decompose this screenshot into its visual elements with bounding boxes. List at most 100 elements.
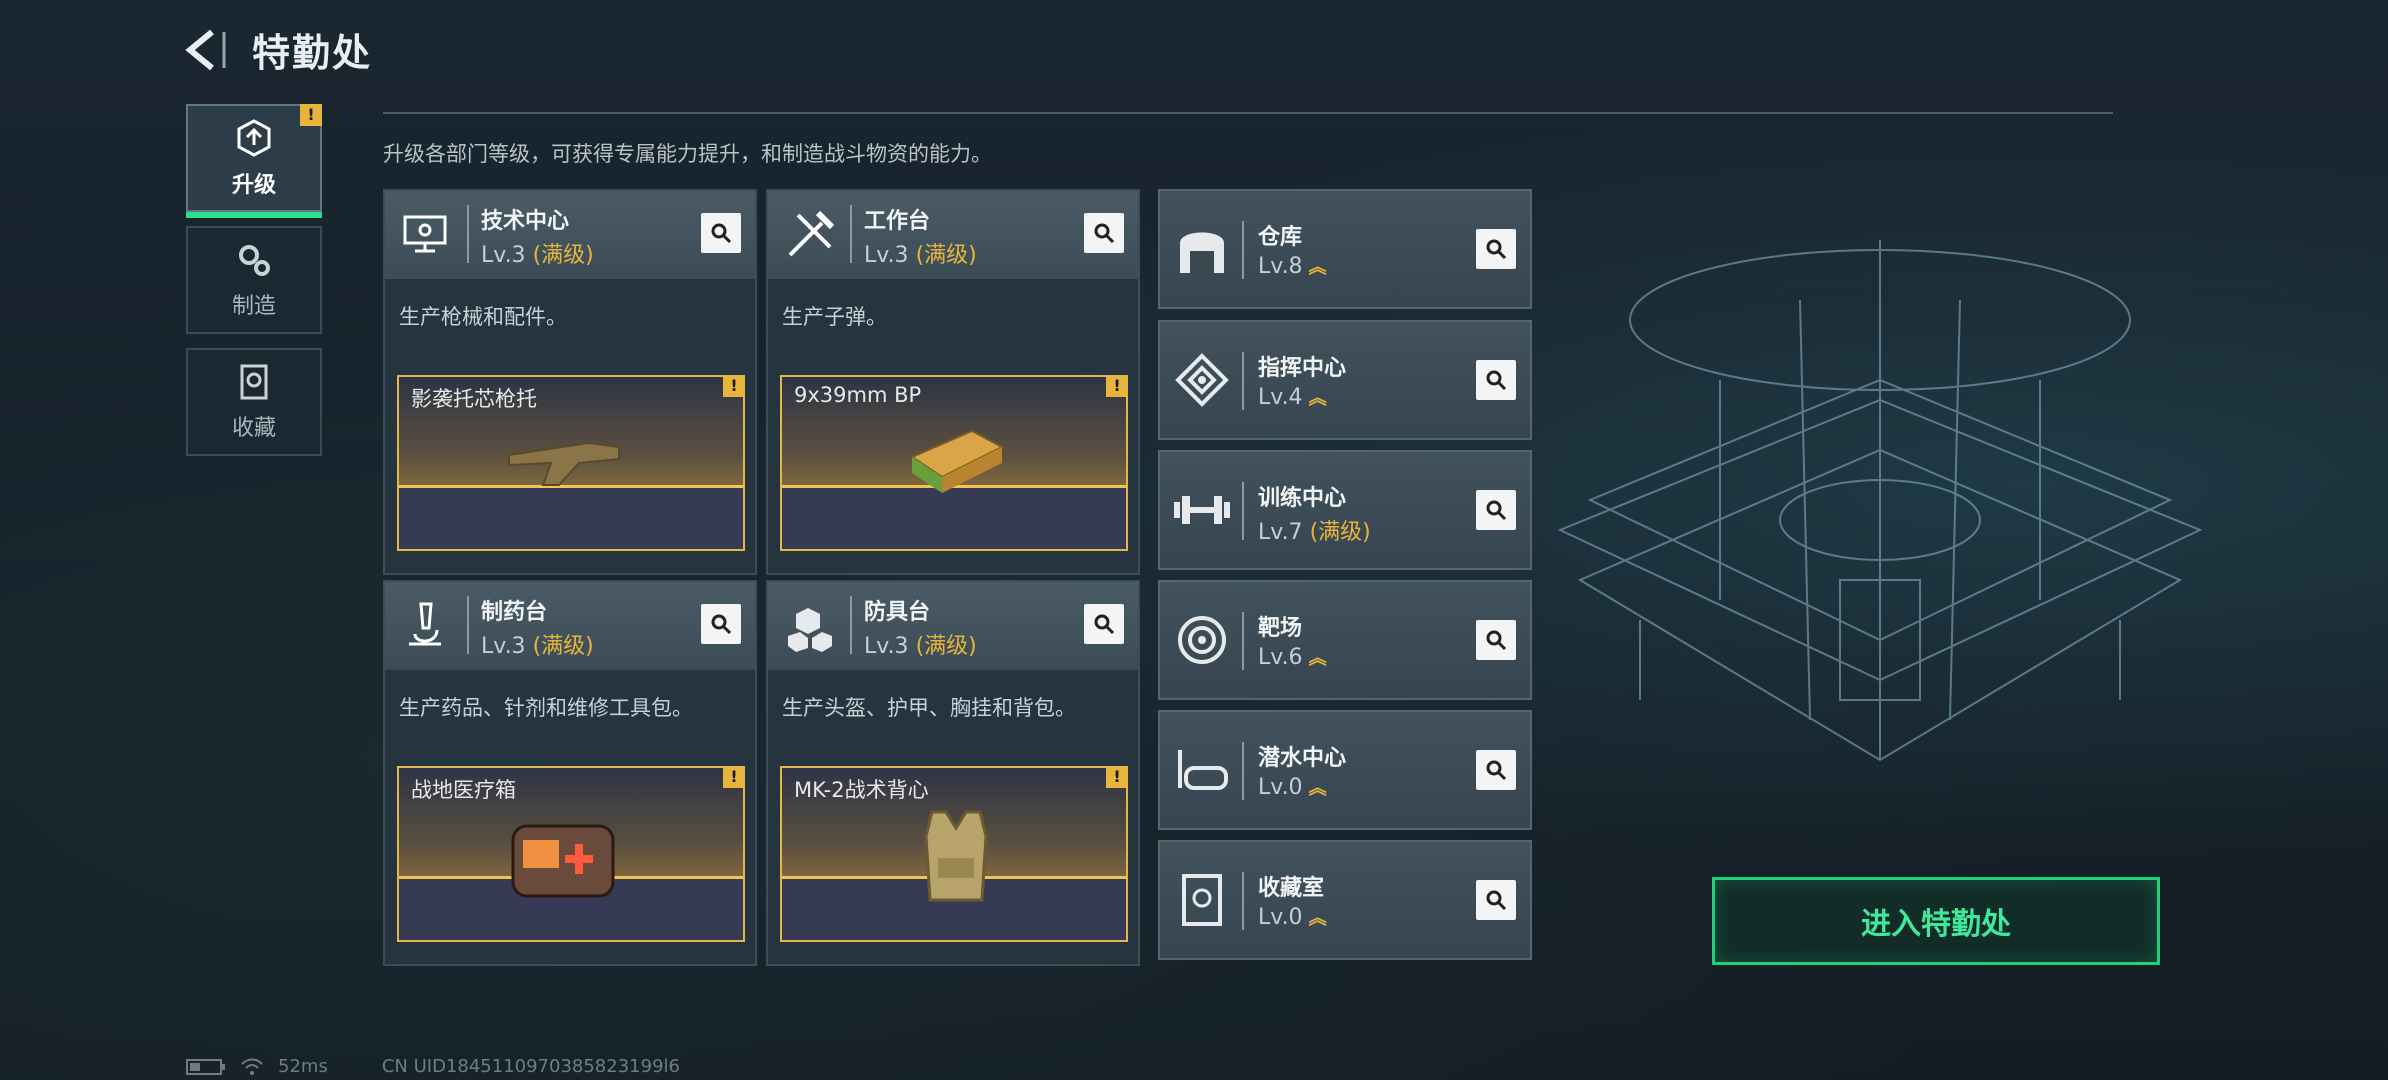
product-name: 9x39mm BP — [794, 383, 922, 407]
facility-name: 防具台 — [864, 600, 931, 625]
search-icon — [1094, 223, 1115, 244]
vault-icon — [1182, 874, 1222, 926]
ammo-box-icon — [909, 429, 1005, 493]
command-icon — [1175, 353, 1229, 407]
facility-name: 技术中心 — [481, 209, 570, 234]
warning-badge: ! — [300, 104, 322, 126]
warehouse-icon — [1180, 232, 1224, 273]
facility-level: Lv.6 ︽ — [1258, 645, 1327, 670]
header-divider — [383, 112, 2113, 114]
facility-name: 指挥中心 — [1258, 356, 1347, 381]
facility-level: Lv.0 ︽ — [1258, 905, 1327, 930]
medical-kit-icon — [511, 824, 615, 898]
wifi-icon — [241, 1058, 263, 1075]
facility-card-diving-center[interactable]: 潜水中心 Lv.0 ︽ — [1158, 710, 1532, 830]
ping-value: 52ms — [278, 1056, 328, 1077]
diving-mask-icon — [1178, 750, 1228, 790]
facility-card-pharmacy[interactable]: 制药台 Lv.3 (满级) 生产药品、针剂和维修工具包。 战地医疗箱 ! — [383, 580, 757, 966]
facility-card-workbench[interactable]: 工作台 Lv.3 (满级) 生产子弹。 9x39mm BP ! — [766, 189, 1140, 575]
upgrade-available-icon: ︽ — [1308, 648, 1327, 669]
product-slot[interactable]: MK-2战术背心 ! — [780, 766, 1128, 942]
status-bar: 52ms CN UID1845110970385823199l6 — [186, 1056, 680, 1077]
inspect-button[interactable] — [701, 604, 741, 644]
search-icon — [711, 223, 732, 244]
gears-icon — [239, 245, 270, 276]
facility-card-tech-center[interactable]: 技术中心 Lv.3 (满级) 生产枪械和配件。 影袭托芯枪托 ! — [383, 189, 757, 575]
product-name: MK-2战术背心 — [794, 778, 929, 802]
product-slot[interactable]: 9x39mm BP ! — [780, 375, 1128, 551]
inspect-button[interactable] — [1476, 229, 1516, 269]
tab-collection-label: 收藏 — [231, 416, 276, 441]
tab-upgrade[interactable]: 升级 ! — [186, 104, 322, 218]
monitor-icon — [403, 215, 447, 253]
inspect-button[interactable] — [701, 213, 741, 253]
facility-card-warehouse[interactable]: 仓库 Lv.8 ︽ — [1158, 189, 1532, 309]
search-icon — [1486, 239, 1507, 260]
facility-level: Lv.4 ︽ — [1258, 385, 1327, 410]
facility-card-command-center[interactable]: 指挥中心 Lv.4 ︽ — [1158, 320, 1532, 440]
separator — [467, 205, 469, 263]
search-icon — [1486, 760, 1507, 781]
back-button[interactable] — [180, 22, 240, 78]
base-blueprint-art — [1557, 240, 2203, 762]
facility-card-shooting-range[interactable]: 靶场 Lv.6 ︽ — [1158, 580, 1532, 700]
search-icon — [711, 614, 732, 635]
facility-card-training-center[interactable]: 训练中心 Lv.7 (满级) — [1158, 450, 1532, 570]
facility-name: 仓库 — [1258, 225, 1303, 250]
enter-special-ops-button[interactable]: 进入特勤处 — [1712, 877, 2160, 965]
inspect-button[interactable] — [1476, 750, 1516, 790]
card-header: 工作台 Lv.3 (满级) — [768, 191, 1138, 279]
inspect-button[interactable] — [1476, 880, 1516, 920]
facility-name: 潜水中心 — [1258, 746, 1347, 771]
tab-upgrade-label: 升级 — [231, 173, 276, 198]
upgrade-available-icon: ︽ — [1308, 778, 1327, 799]
tools-icon — [788, 210, 835, 257]
card-header: 防具台 Lv.3 (满级) — [768, 582, 1138, 670]
warning-badge: ! — [1106, 377, 1126, 397]
facility-card-vault[interactable]: 收藏室 Lv.0 ︽ — [1158, 840, 1532, 960]
upgrade-available-icon: ︽ — [1308, 388, 1327, 409]
tactical-vest-icon — [924, 810, 988, 902]
page-description: 升级各部门等级，可获得专属能力提升，和制造战斗物资的能力。 — [383, 142, 992, 166]
search-icon — [1486, 500, 1507, 521]
inspect-button[interactable] — [1084, 213, 1124, 253]
warning-badge: ! — [723, 377, 743, 397]
facility-level: Lv.8 ︽ — [1258, 254, 1327, 279]
facility-description: 生产子弹。 — [782, 305, 887, 329]
inspect-button[interactable] — [1084, 604, 1124, 644]
target-icon — [1178, 616, 1226, 664]
card-header: 制药台 Lv.3 (满级) — [385, 582, 755, 670]
upgrade-icon — [237, 119, 271, 157]
facility-card-armor[interactable]: 防具台 Lv.3 (满级) 生产头盔、护甲、胸挂和背包。 MK-2战术背心 ! — [766, 580, 1140, 966]
product-slot[interactable]: 影袭托芯枪托 ! — [397, 375, 745, 551]
search-icon — [1486, 890, 1507, 911]
inspect-button[interactable] — [1476, 620, 1516, 660]
product-slot[interactable]: 战地医疗箱 ! — [397, 766, 745, 942]
card-header: 技术中心 Lv.3 (满级) — [385, 191, 755, 279]
tab-collection[interactable]: 收藏 — [186, 348, 322, 456]
dumbbell-icon — [1174, 496, 1230, 524]
upgrade-available-icon: ︽ — [1308, 908, 1327, 929]
facility-name: 工作台 — [864, 209, 931, 234]
product-name: 战地医疗箱 — [411, 778, 516, 802]
search-icon — [1486, 630, 1507, 651]
microscope-icon — [409, 602, 441, 646]
inspect-button[interactable] — [1476, 490, 1516, 530]
tab-craft-label: 制造 — [231, 294, 276, 319]
armor-icon — [788, 608, 832, 652]
facility-name: 训练中心 — [1258, 486, 1347, 511]
facility-name: 收藏室 — [1258, 876, 1325, 901]
page-title: 特勤处 — [252, 31, 373, 75]
warning-badge: ! — [1106, 768, 1126, 788]
rifle-stock-icon — [508, 441, 620, 486]
facility-name: 制药台 — [481, 600, 548, 625]
battery-icon — [186, 1058, 225, 1075]
facility-description: 生产药品、针剂和维修工具包。 — [399, 696, 693, 720]
facility-description: 生产头盔、护甲、胸挂和背包。 — [782, 696, 1076, 720]
inspect-button[interactable] — [1476, 360, 1516, 400]
tab-craft[interactable]: 制造 — [186, 226, 322, 334]
back-arrow-icon — [185, 29, 226, 71]
facility-name: 靶场 — [1258, 616, 1303, 641]
facility-level: Lv.0 ︽ — [1258, 775, 1327, 800]
facility-level: Lv.3 (满级) — [481, 634, 594, 659]
